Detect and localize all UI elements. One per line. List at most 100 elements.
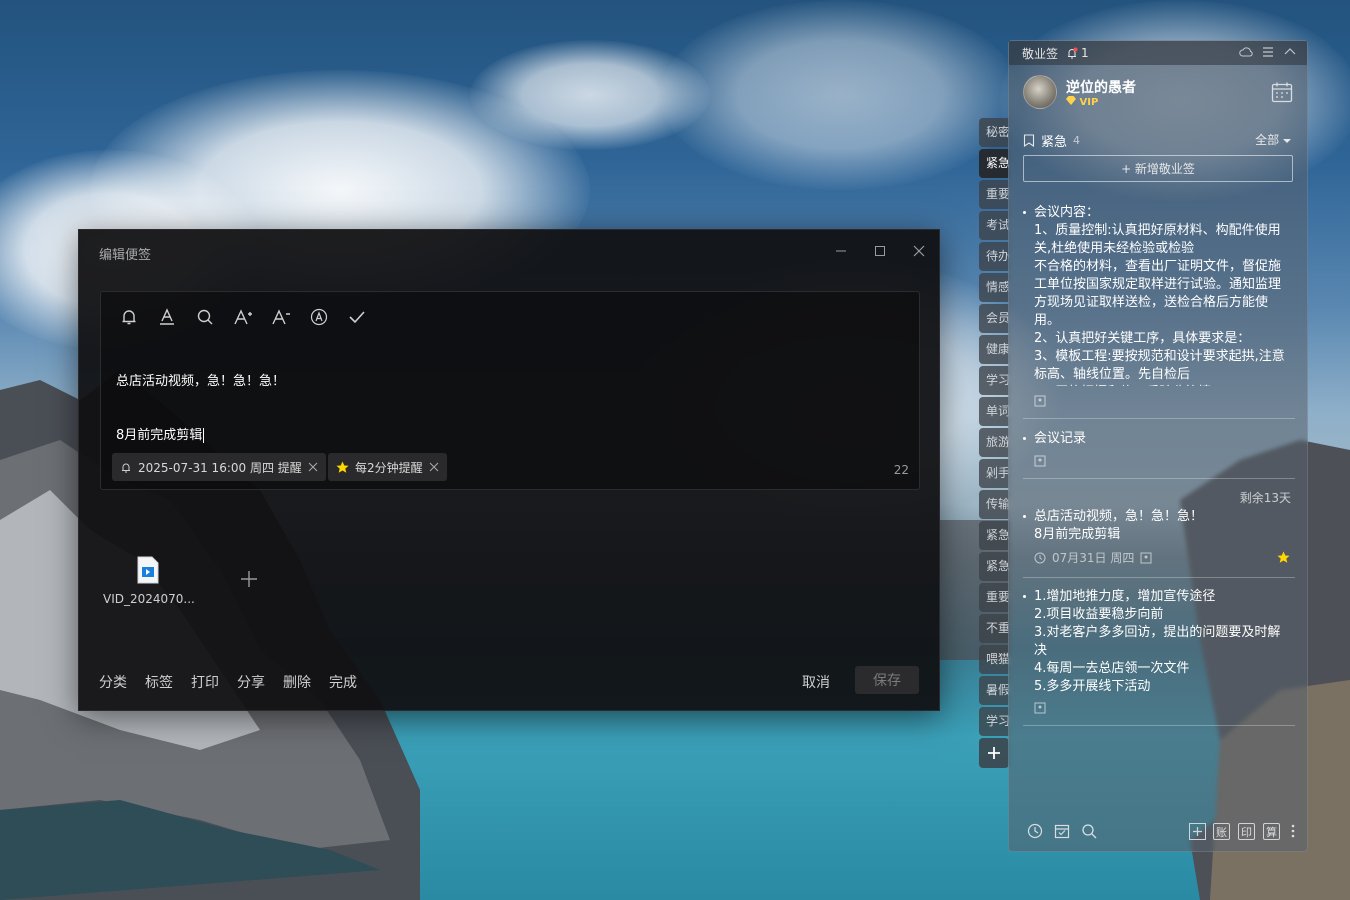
plus-icon [988, 747, 1000, 759]
calendar-icon [1271, 82, 1293, 103]
char-count: 22 [893, 463, 909, 477]
separator [1023, 725, 1295, 726]
bell-icon [122, 310, 136, 325]
panel-footer: 账 印 算 [1009, 811, 1307, 851]
format-icon [310, 308, 328, 326]
attachment-name: VID_2024070... [103, 592, 195, 606]
vip-badge: VIP [1066, 96, 1098, 108]
category-header: 紧急 4 [1023, 131, 1080, 150]
cloud-sync-icon[interactable] [1239, 45, 1253, 59]
category-tab[interactable]: 情感 [979, 273, 1009, 302]
separator [1023, 478, 1295, 479]
close-button[interactable] [908, 240, 930, 262]
category-tab[interactable]: 传输 [979, 490, 1009, 519]
category-tab[interactable]: 待办 [979, 242, 1009, 271]
category-tab[interactable]: 重要 [979, 583, 1009, 612]
format-button[interactable] [308, 306, 330, 328]
attachment-icon [1140, 552, 1152, 564]
note-item[interactable]: 会议记录 [1023, 430, 1295, 448]
reminder-tag-label: 2025-07-31 16:00 周四 提醒 [138, 460, 302, 475]
avatar[interactable] [1023, 75, 1057, 109]
note-editor-area[interactable]: 总店活动视频，急！急！急！ 8月前完成剪辑 2025-07-31 16:00 周… [100, 291, 920, 490]
add-attachment-button[interactable] [237, 570, 261, 594]
bell-icon [1068, 47, 1078, 59]
filter-dropdown[interactable]: 全部 [1255, 131, 1291, 148]
print-action[interactable]: 打印 [191, 672, 219, 692]
category-tab[interactable]: 喂猫 [979, 645, 1009, 674]
category-tabs: 秘密 紧急 重要 考试 待办 情感 会员 健康 学习 单词 旅游 剁手 传输 紧… [979, 118, 1009, 768]
text-color-icon [160, 308, 174, 325]
panel-header: 敬业签 1 [1009, 41, 1307, 65]
maximize-button[interactable] [869, 240, 891, 262]
history-button[interactable] [1025, 821, 1045, 841]
notification-button[interactable]: 1 [1066, 46, 1089, 60]
note-item[interactable]: 会议内容： 1、质量控制:认真把好原材料、构配件使用 关,杜绝使用未经检验或检验… [1023, 204, 1295, 386]
clock-icon [1034, 552, 1046, 564]
category-tab[interactable]: 考试 [979, 211, 1009, 240]
task-button[interactable] [1052, 821, 1072, 841]
add-button[interactable] [1187, 821, 1207, 841]
note-line: 8月前完成剪辑 [116, 428, 205, 443]
note-item-selected[interactable]: 总店活动视频，急！急！急！ 8月前完成剪辑 07月31日 周四 [1023, 508, 1295, 567]
share-action[interactable]: 分享 [237, 672, 265, 692]
category-action[interactable]: 分类 [99, 672, 127, 692]
category-tab[interactable]: 学习 [979, 366, 1009, 395]
separator [1023, 418, 1295, 419]
category-tab[interactable]: 剁手 [979, 459, 1009, 488]
separator [1023, 577, 1295, 578]
category-tab[interactable]: 会员 [979, 304, 1009, 333]
plus-icon [241, 571, 257, 587]
reminder-tag[interactable]: 2025-07-31 16:00 周四 提醒 [112, 453, 326, 481]
repeat-tag[interactable]: 每2分钟提醒 [328, 453, 447, 481]
category-tab[interactable]: 暑假 [979, 676, 1009, 705]
category-tab[interactable]: 学习 [979, 707, 1009, 736]
complete-action[interactable]: 完成 [329, 672, 357, 692]
category-tab[interactable]: 不重 [979, 614, 1009, 643]
search-icon [197, 309, 213, 325]
note-text: 总店活动视频，急！急！急！ 8月前完成剪辑 [1023, 508, 1295, 544]
calendar-button[interactable] [1271, 81, 1293, 103]
new-note-button[interactable]: + 新增敬业签 [1023, 155, 1293, 182]
ledger-button[interactable]: 账 [1213, 823, 1230, 840]
app-name: 敬业签 [1022, 46, 1059, 61]
chevron-down-icon [1283, 139, 1291, 143]
minimize-icon [836, 250, 846, 252]
category-tab[interactable]: 单词 [979, 397, 1009, 426]
font-decrease-button[interactable] [270, 306, 292, 328]
print-button[interactable]: 印 [1238, 823, 1255, 840]
font-increase-button[interactable] [232, 306, 254, 328]
font-decrease-icon [272, 309, 290, 325]
category-count: 4 [1073, 134, 1081, 147]
remove-tag-icon[interactable] [429, 462, 439, 472]
close-icon [913, 245, 925, 257]
more-icon[interactable] [1283, 821, 1303, 841]
category-tab[interactable]: 紧急 [979, 552, 1009, 581]
tag-action[interactable]: 标签 [145, 672, 173, 692]
attachment-item[interactable]: VID_2024070... [103, 556, 195, 606]
search-button[interactable] [1079, 821, 1099, 841]
search-button[interactable] [194, 306, 216, 328]
category-tab[interactable]: 重要 [979, 180, 1009, 209]
editor-action-bar: 分类 标签 打印 分享 删除 完成 [99, 672, 357, 692]
menu-icon[interactable] [1261, 45, 1275, 59]
category-tab[interactable]: 秘密 [979, 118, 1009, 147]
category-tab[interactable]: 紧急 [979, 521, 1009, 550]
minimize-button[interactable] [830, 240, 852, 262]
category-tab[interactable]: 健康 [979, 335, 1009, 364]
checklist-button[interactable] [346, 306, 368, 328]
note-attachment-icon [1034, 395, 1046, 411]
cancel-button[interactable]: 取消 [802, 672, 830, 692]
add-category-button[interactable] [979, 738, 1009, 768]
calculator-button[interactable]: 算 [1263, 823, 1280, 840]
delete-action[interactable]: 删除 [283, 672, 311, 692]
note-item[interactable]: 1.增加地推力度，增加宣传途径 2.项目收益要稳步向前 3.对老客户多多回访，提… [1023, 588, 1295, 696]
category-tab-active[interactable]: 紧急 [979, 149, 1009, 178]
text-color-button[interactable] [156, 306, 178, 328]
video-file-icon [137, 556, 159, 584]
reminder-button[interactable] [118, 306, 140, 328]
remove-tag-icon[interactable] [308, 462, 318, 472]
save-button[interactable]: 保存 [855, 666, 919, 694]
edit-note-window: 编辑便签 总店活动视频，急！急！急！ 8月前完成剪辑 2025-07-31 16… [78, 229, 940, 711]
collapse-icon[interactable] [1283, 45, 1297, 59]
category-tab[interactable]: 旅游 [979, 428, 1009, 457]
